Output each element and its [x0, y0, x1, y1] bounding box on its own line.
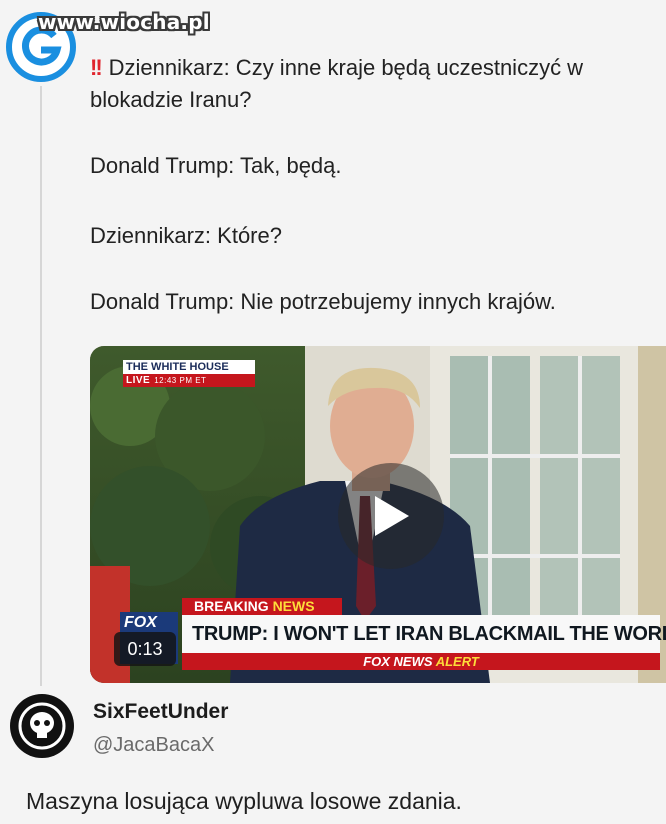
tweet-line-3: Dziennikarz: Które? — [90, 223, 282, 248]
skull-avatar[interactable] — [10, 694, 74, 758]
live-bug: THE WHITE HOUSE LIVE 12:43 PM ET — [123, 360, 255, 387]
tweet-body: !! Dziennikarz: Czy inne kraje będą uczes… — [90, 52, 666, 318]
news-word: NEWS — [272, 598, 315, 614]
skull-icon — [18, 702, 66, 750]
tweet-line-2: Donald Trump: Tak, będą. — [90, 153, 342, 178]
live-time: 12:43 PM ET — [154, 376, 207, 385]
thread-connector-line — [40, 86, 42, 686]
play-button[interactable] — [338, 463, 444, 569]
live-text: LIVE — [126, 375, 151, 386]
video-duration: 0:13 — [114, 632, 176, 666]
reply-author-name[interactable]: SixFeetUnder — [93, 700, 228, 724]
tweet-line-4: Donald Trump: Nie potrzebujemy innych kr… — [90, 289, 556, 314]
exclamation-icon: !! — [90, 55, 103, 80]
live-location: THE WHITE HOUSE — [123, 360, 255, 374]
play-icon — [375, 496, 409, 536]
tweet-line-1b: blokadzie Iranu? — [90, 87, 252, 112]
tweet-line-1: Dziennikarz: Czy inne kraje będą uczestn… — [108, 55, 584, 80]
fox-news-alert-bar: FOX NEWS ALERT — [182, 653, 660, 670]
alert-brand: FOX NEWS — [363, 654, 433, 669]
breaking-news-label: BREAKING NEWS — [182, 598, 342, 615]
reply-author-handle[interactable]: @JacaBacaX — [93, 734, 214, 757]
site-watermark: www.wiocha.pl — [38, 10, 210, 34]
video-headline: TRUMP: I WON'T LET IRAN BLACKMAIL THE WO… — [182, 615, 666, 653]
breaking-word: BREAKING — [194, 598, 269, 614]
alert-word: ALERT — [435, 654, 479, 669]
live-label: LIVE 12:43 PM ET — [123, 374, 255, 387]
reply-text: Maszyna losująca wypluwa losowe zdania. — [26, 788, 462, 814]
